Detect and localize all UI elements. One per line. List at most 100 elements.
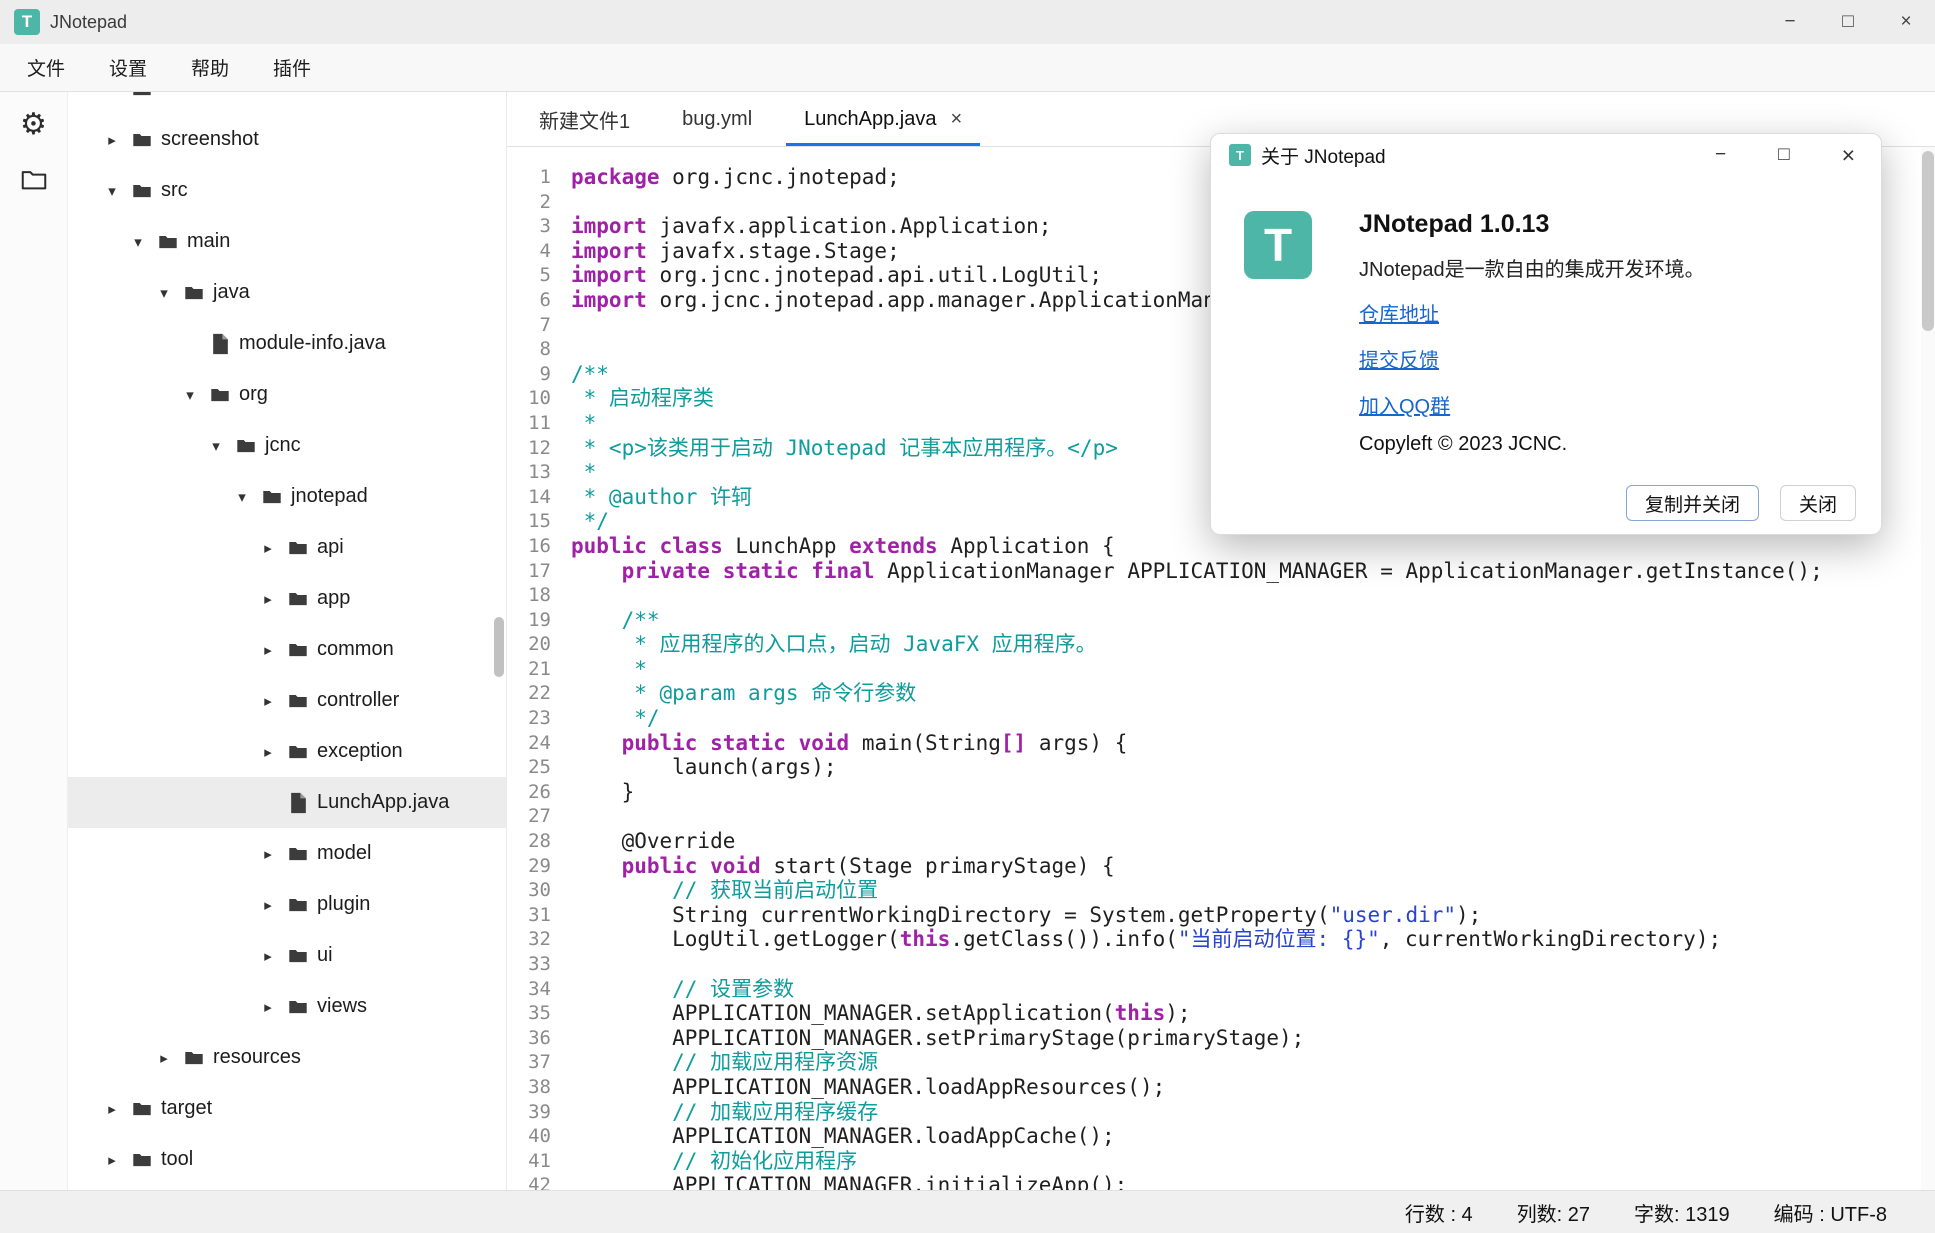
about-body: JNotepad 1.0.13 JNotepad是一款自由的集成开发环境。 仓库… — [1359, 210, 1851, 456]
copy-and-close-button[interactable]: 复制并关闭 — [1626, 485, 1759, 521]
tree-item-ui[interactable]: ▸ui — [68, 930, 506, 981]
folder-icon — [287, 741, 309, 763]
tree-scrollbar-thumb[interactable] — [494, 617, 504, 677]
tree-item-lunchapp-java[interactable]: LunchApp.java — [68, 777, 506, 828]
code-line: // 初始化应用程序 — [571, 1149, 1921, 1174]
tree-item-java[interactable]: ▾java — [68, 267, 506, 318]
tree-item-common[interactable]: ▸common — [68, 624, 506, 675]
tree-item-src[interactable]: ▾src — [68, 165, 506, 216]
gear-icon[interactable]: ⚙ — [20, 110, 47, 140]
tree-item-resources[interactable]: ▸resources — [68, 1032, 506, 1083]
minimize-button[interactable]: − — [1761, 0, 1819, 44]
file-icon — [209, 333, 231, 355]
tab-bug-yml[interactable]: bug.yml — [656, 92, 778, 146]
tree-item-tool[interactable]: ▸tool — [68, 1134, 506, 1185]
tab-new-file-1[interactable]: 新建文件1 — [513, 92, 656, 146]
code-line: // 设置参数 — [571, 977, 1921, 1002]
chevron-down-icon[interactable]: ▾ — [229, 488, 255, 506]
menu-item-plugins[interactable]: 插件 — [251, 54, 333, 81]
chevron-down-icon[interactable]: ▾ — [151, 284, 177, 302]
folder-icon — [131, 1098, 153, 1120]
code-line — [571, 952, 1921, 977]
tree-item-label: target — [161, 1097, 212, 1120]
close-dialog-button[interactable]: 关闭 — [1780, 485, 1856, 521]
editor-scrollbar-thumb[interactable] — [1922, 151, 1934, 331]
line-number: 29 — [507, 854, 551, 879]
tab-label: LunchApp.java — [804, 108, 936, 131]
line-number: 10 — [507, 386, 551, 411]
chevron-right-icon[interactable]: ▸ — [255, 539, 281, 557]
line-number: 40 — [507, 1124, 551, 1149]
line-number: 22 — [507, 681, 551, 706]
folder-icon — [287, 639, 309, 661]
tree-item-main[interactable]: ▾main — [68, 216, 506, 267]
folder-icon — [287, 588, 309, 610]
dialog-close-icon[interactable]: × — [1842, 144, 1855, 167]
app-logo-icon: T — [14, 9, 40, 35]
chevron-down-icon[interactable]: ▾ — [99, 182, 125, 200]
tree-item-label: api — [317, 536, 344, 559]
chevron-right-icon[interactable]: ▸ — [255, 743, 281, 761]
code-line: public class LunchApp extends Applicatio… — [571, 534, 1921, 559]
chevron-right-icon[interactable]: ▸ — [255, 590, 281, 608]
folder-icon[interactable] — [19, 164, 49, 194]
chevron-down-icon[interactable]: ▾ — [125, 233, 151, 251]
folder-icon — [131, 180, 153, 202]
chevron-right-icon[interactable]: ▸ — [99, 1151, 125, 1169]
chevron-right-icon[interactable]: ▸ — [255, 845, 281, 863]
tree-item-jnotepad[interactable]: ▾jnotepad — [68, 471, 506, 522]
chevron-down-icon[interactable]: ▾ — [203, 437, 229, 455]
link-submit-feedback[interactable]: 提交反馈 — [1359, 344, 1439, 373]
maximize-button[interactable]: □ — [1819, 0, 1877, 44]
tree-item-exception[interactable]: ▸exception — [68, 726, 506, 777]
tree-item-partially-visible-item[interactable] — [68, 92, 506, 114]
file-icon — [287, 792, 309, 814]
tree-item-target[interactable]: ▸ target — [68, 1083, 506, 1134]
dialog-minimize-button[interactable]: − — [1715, 144, 1726, 167]
close-button[interactable]: × — [1877, 0, 1935, 44]
link-repo-address[interactable]: 仓库地址 — [1359, 298, 1439, 327]
chevron-right-icon[interactable]: ▸ — [151, 1049, 177, 1067]
chevron-right-icon[interactable]: ▸ — [99, 131, 125, 149]
link-join-qq-group[interactable]: 加入QQ群 — [1359, 390, 1450, 419]
tree-item-api[interactable]: ▸ api — [68, 522, 506, 573]
tree-item-jcnc[interactable]: ▾jcnc — [68, 420, 506, 471]
menu-item-file[interactable]: 文件 — [5, 54, 87, 81]
close-tab-icon[interactable]: × — [950, 108, 962, 131]
code-line: APPLICATION_MANAGER.setPrimaryStage(prim… — [571, 1026, 1921, 1051]
chevron-right-icon[interactable]: ▸ — [99, 1100, 125, 1118]
editor-scrollbar[interactable] — [1921, 147, 1935, 1190]
code-line: // 加载应用程序资源 — [571, 1050, 1921, 1075]
tree-item-controller[interactable]: ▸controller — [68, 675, 506, 726]
chevron-right-icon[interactable]: ▸ — [255, 641, 281, 659]
tree-item-app[interactable]: ▸app — [68, 573, 506, 624]
tree-item-views[interactable]: ▸views — [68, 981, 506, 1032]
tree-item-plugin[interactable]: ▸plugin — [68, 879, 506, 930]
chevron-right-icon[interactable]: ▸ — [255, 947, 281, 965]
line-number: 1 — [507, 165, 551, 190]
menu-item-help[interactable]: 帮助 — [169, 54, 251, 81]
status-encoding: 编码 : UTF-8 — [1774, 1198, 1887, 1227]
tree-item-model[interactable]: ▸model — [68, 828, 506, 879]
chevron-down-icon[interactable]: ▾ — [177, 386, 203, 404]
tab-lunchapp-java[interactable]: LunchApp.java × — [778, 92, 988, 146]
status-line-count: 行数 : 4 — [1405, 1198, 1473, 1227]
code-line: APPLICATION_MANAGER.setApplication(this)… — [571, 1001, 1921, 1026]
chevron-right-icon[interactable]: ▸ — [255, 692, 281, 710]
chevron-right-icon[interactable]: ▸ — [255, 896, 281, 914]
line-number: 16 — [507, 534, 551, 559]
code-line — [571, 804, 1921, 829]
tree-item-module-info-java[interactable]: module-info.java — [68, 318, 506, 369]
menu-item-settings[interactable]: 设置 — [87, 54, 169, 81]
tree-item-screenshot[interactable]: ▸screenshot — [68, 114, 506, 165]
line-number: 31 — [507, 903, 551, 928]
tree-item-org[interactable]: ▾org — [68, 369, 506, 420]
about-heading: JNotepad 1.0.13 — [1359, 210, 1851, 239]
status-bar: 行数 : 4列数: 27字数: 1319编码 : UTF-8 — [0, 1190, 1935, 1233]
window-controls: − □ × — [1761, 0, 1935, 44]
title-bar: T JNotepad − □ × — [0, 0, 1935, 44]
dialog-maximize-button[interactable]: □ — [1778, 144, 1789, 167]
code-line: private static final ApplicationManager … — [571, 559, 1921, 584]
code-line: launch(args); — [571, 755, 1921, 780]
chevron-right-icon[interactable]: ▸ — [255, 998, 281, 1016]
